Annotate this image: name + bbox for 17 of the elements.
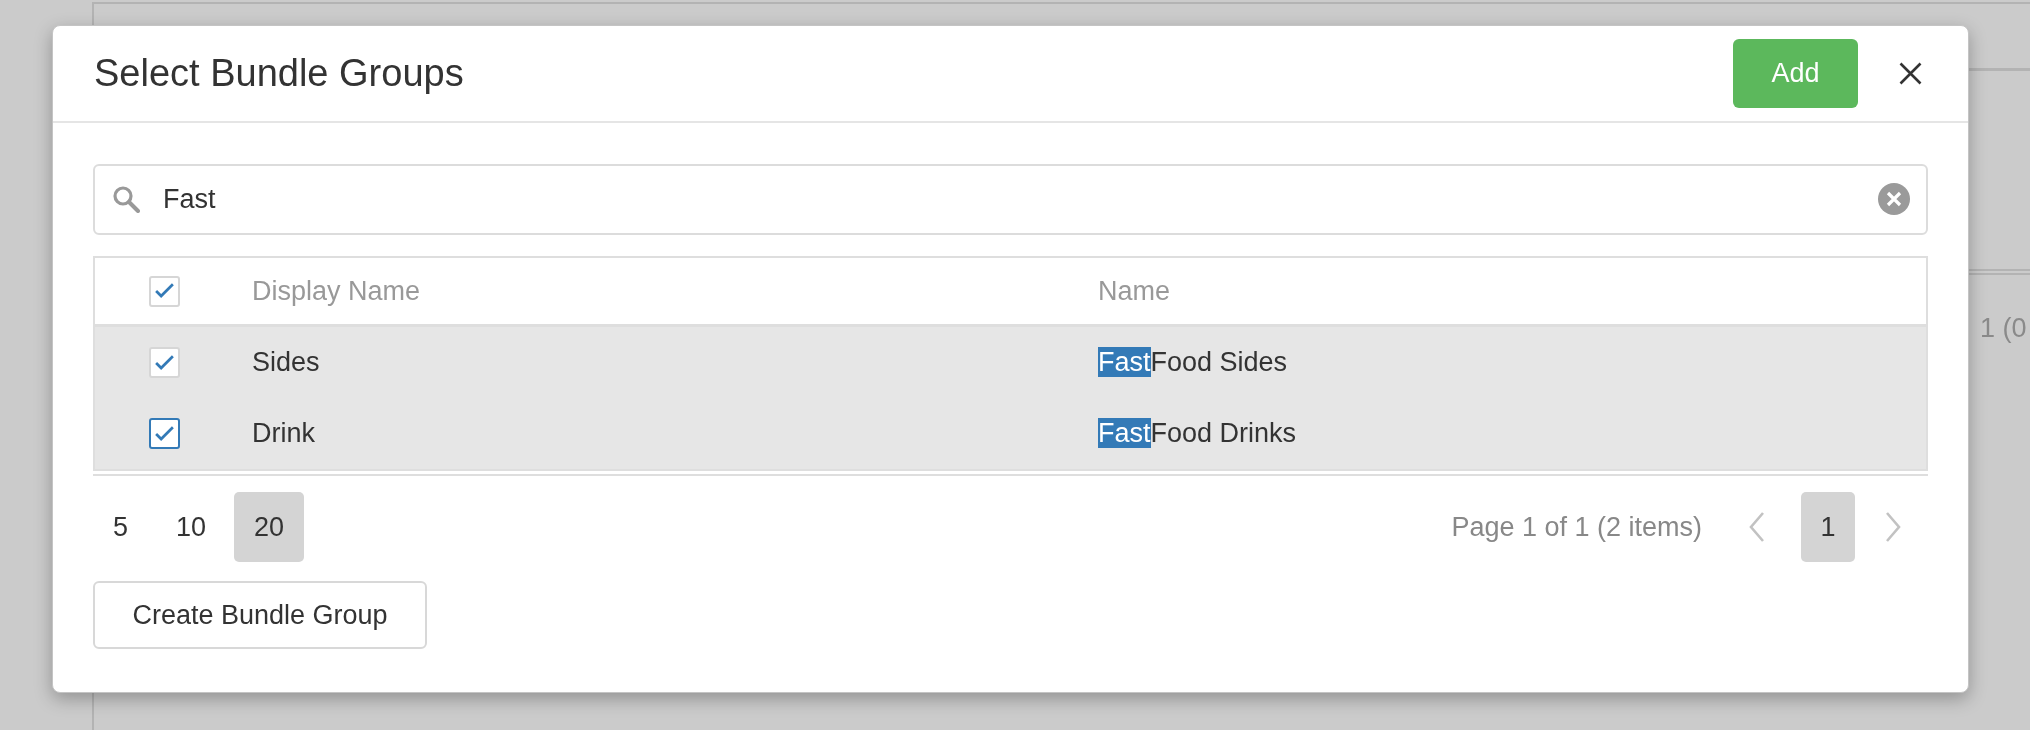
page-summary: Page 1 of 1 (2 items) [1451,511,1702,543]
create-bundle-group-button[interactable]: Create Bundle Group [93,581,427,649]
page-button[interactable]: 1 [1801,492,1855,562]
close-icon[interactable] [1899,62,1922,85]
page-size-button[interactable]: 10 [156,492,227,562]
background-label: 1 (0 [1980,313,2027,344]
dialog-title: Select Bundle Groups [94,52,465,95]
column-header: Display Name [252,275,421,307]
page-size-button[interactable]: 20 [234,492,305,562]
checkbox[interactable] [149,418,180,449]
table-cell: Drink [252,418,315,449]
column-header: Name [1098,275,1171,307]
search-field[interactable]: Fast [93,164,1928,235]
page-size-button[interactable]: 5 [93,492,149,562]
table-cell: Sides [252,347,320,378]
close-circle-icon[interactable] [1878,183,1910,215]
search-icon [112,185,140,213]
